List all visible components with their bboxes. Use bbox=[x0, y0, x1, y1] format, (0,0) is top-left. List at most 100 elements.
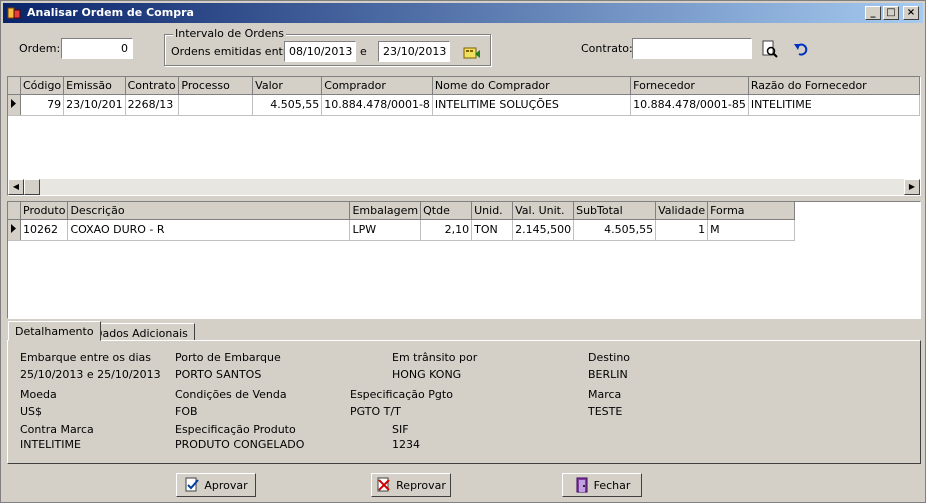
close-button[interactable]: × bbox=[903, 6, 919, 20]
items-header-row: Produto Descrição Embalagem Qtde Unid. V… bbox=[8, 202, 796, 220]
col-validade[interactable]: Validade bbox=[655, 202, 709, 220]
cell-val-unit[interactable]: 2.145,500 bbox=[512, 219, 575, 241]
espec-pgto-label: Especificação Pgto bbox=[350, 388, 453, 401]
scroll-right-icon[interactable]: ▶ bbox=[904, 179, 920, 195]
col-embalagem[interactable]: Embalagem bbox=[349, 202, 422, 220]
tab-dados-adicionais[interactable]: Dados Adicionais bbox=[87, 323, 195, 341]
ordem-input[interactable]: 0 bbox=[61, 38, 133, 59]
destino-value: BERLIN bbox=[588, 368, 628, 381]
transito-value: HONG KONG bbox=[392, 368, 462, 381]
reprovar-label: Reprovar bbox=[396, 478, 446, 492]
col-contrato[interactable]: Contrato bbox=[125, 77, 180, 95]
date-from-input[interactable]: 08/10/2013 bbox=[284, 41, 356, 62]
cell-comprador[interactable]: 10.884.478/0001-8 bbox=[321, 94, 433, 116]
fechar-label: Fechar bbox=[593, 478, 631, 492]
destino-label: Destino bbox=[588, 351, 631, 364]
exit-door-icon bbox=[576, 477, 588, 493]
main-window: Analisar Ordem de Compra _ □ × Ordem: 0 … bbox=[0, 0, 926, 503]
sif-value: 1234 bbox=[392, 438, 420, 451]
row-pointer-icon bbox=[8, 219, 21, 241]
cell-nome-comprador[interactable]: INTELITIME SOLUÇÕES bbox=[432, 94, 632, 116]
cell-qtde[interactable]: 2,10 bbox=[420, 219, 473, 241]
interval-legend: Intervalo de Ordens bbox=[173, 27, 287, 40]
date-to-input[interactable]: 23/10/2013 bbox=[378, 41, 450, 62]
emitidas-label: Ordens emitidas entre: bbox=[171, 45, 298, 58]
minimize-button[interactable]: _ bbox=[865, 6, 881, 20]
e-label: e bbox=[360, 45, 367, 58]
espec-produto-label: Especificação Produto bbox=[175, 423, 296, 436]
col-processo[interactable]: Processo bbox=[178, 77, 254, 95]
row-indicator-header bbox=[8, 77, 21, 95]
espec-pgto-value: PGTO T/T bbox=[350, 405, 401, 418]
table-row[interactable]: 10262 COXAO DURO - R LPW 2,10 TON 2.145,… bbox=[8, 219, 796, 241]
ordem-label: Ordem: bbox=[19, 42, 61, 55]
contra-marca-value: INTELITIME bbox=[20, 438, 81, 451]
orders-hscrollbar[interactable]: ◀ ▶ bbox=[8, 179, 920, 195]
search-document-icon[interactable] bbox=[760, 39, 780, 59]
contrato-label: Contrato: bbox=[581, 42, 633, 55]
col-emissao[interactable]: Emissão bbox=[63, 77, 126, 95]
moeda-label: Moeda bbox=[20, 388, 57, 401]
app-icon bbox=[7, 7, 21, 19]
cell-codigo[interactable]: 79 bbox=[20, 94, 65, 116]
cell-razao-fornecedor[interactable]: INTELITIME bbox=[748, 94, 920, 116]
row-indicator-header bbox=[8, 202, 21, 220]
table-row[interactable]: 79 23/10/201 2268/13 4.505,55 10.884.478… bbox=[8, 94, 920, 116]
col-valor[interactable]: Valor bbox=[252, 77, 323, 95]
cell-processo[interactable] bbox=[178, 94, 254, 116]
window-title: Analisar Ordem de Compra bbox=[27, 6, 194, 19]
cell-embalagem[interactable]: LPW bbox=[349, 219, 422, 241]
col-codigo[interactable]: Código bbox=[20, 77, 65, 95]
embarque-value: 25/10/2013 e 25/10/2013 bbox=[20, 368, 161, 381]
marca-label: Marca bbox=[588, 388, 622, 401]
undo-icon[interactable] bbox=[791, 39, 811, 59]
col-razao-fornecedor[interactable]: Razão do Fornecedor bbox=[748, 77, 920, 95]
porto-value: PORTO SANTOS bbox=[175, 368, 262, 381]
reject-doc-icon bbox=[377, 477, 390, 492]
cell-unid[interactable]: TON bbox=[471, 219, 514, 241]
cell-subtotal[interactable]: 4.505,55 bbox=[573, 219, 657, 241]
reprovar-button[interactable]: Reprovar bbox=[371, 473, 451, 497]
items-table: Produto Descrição Embalagem Qtde Unid. V… bbox=[8, 202, 796, 241]
col-val-unit[interactable]: Val. Unit. bbox=[512, 202, 575, 220]
search-dates-icon[interactable] bbox=[462, 42, 482, 62]
orders-header-row: Código Emissão Contrato Processo Valor C… bbox=[8, 77, 920, 95]
col-qtde[interactable]: Qtde bbox=[420, 202, 473, 220]
col-fornecedor[interactable]: Fornecedor bbox=[630, 77, 749, 95]
col-descricao[interactable]: Descrição bbox=[67, 202, 351, 220]
col-unid[interactable]: Unid. bbox=[471, 202, 514, 220]
cell-forma[interactable]: M bbox=[707, 219, 796, 241]
cell-fornecedor[interactable]: 10.884.478/0001-85 bbox=[630, 94, 749, 116]
cell-emissao[interactable]: 23/10/201 bbox=[63, 94, 126, 116]
aprovar-button[interactable]: Aprovar bbox=[176, 473, 256, 497]
col-forma[interactable]: Forma bbox=[707, 202, 796, 220]
col-produto[interactable]: Produto bbox=[20, 202, 69, 220]
col-subtotal[interactable]: SubTotal bbox=[573, 202, 657, 220]
col-nome-comprador[interactable]: Nome do Comprador bbox=[432, 77, 632, 95]
transito-label: Em trânsito por bbox=[392, 351, 478, 364]
cell-descricao[interactable]: COXAO DURO - R bbox=[67, 219, 351, 241]
row-pointer-icon bbox=[8, 94, 21, 116]
contrato-input[interactable] bbox=[632, 38, 752, 59]
tab-detalhamento[interactable]: Detalhamento bbox=[8, 321, 101, 341]
scroll-left-icon[interactable]: ◀ bbox=[8, 179, 24, 195]
porto-label: Porto de Embarque bbox=[175, 351, 281, 364]
fechar-button[interactable]: Fechar bbox=[562, 473, 642, 497]
orders-grid[interactable]: Código Emissão Contrato Processo Valor C… bbox=[7, 76, 921, 196]
maximize-button[interactable]: □ bbox=[883, 6, 899, 20]
items-grid[interactable]: Produto Descrição Embalagem Qtde Unid. V… bbox=[7, 201, 921, 319]
cell-valor[interactable]: 4.505,55 bbox=[252, 94, 323, 116]
moeda-value: US$ bbox=[20, 405, 43, 418]
cell-produto[interactable]: 10262 bbox=[20, 219, 69, 241]
col-comprador[interactable]: Comprador bbox=[321, 77, 433, 95]
scroll-thumb[interactable] bbox=[24, 179, 40, 195]
title-bar[interactable]: Analisar Ordem de Compra _ □ × bbox=[3, 3, 923, 23]
cond-venda-label: Condições de Venda bbox=[175, 388, 287, 401]
contra-marca-label: Contra Marca bbox=[20, 423, 94, 436]
espec-produto-value: PRODUTO CONGELADO bbox=[175, 438, 305, 451]
cell-contrato[interactable]: 2268/13 bbox=[125, 94, 180, 116]
embarque-label: Embarque entre os dias bbox=[20, 351, 152, 364]
orders-table: Código Emissão Contrato Processo Valor C… bbox=[8, 77, 920, 116]
marca-value: TESTE bbox=[588, 405, 623, 418]
cell-validade[interactable]: 1 bbox=[655, 219, 709, 241]
